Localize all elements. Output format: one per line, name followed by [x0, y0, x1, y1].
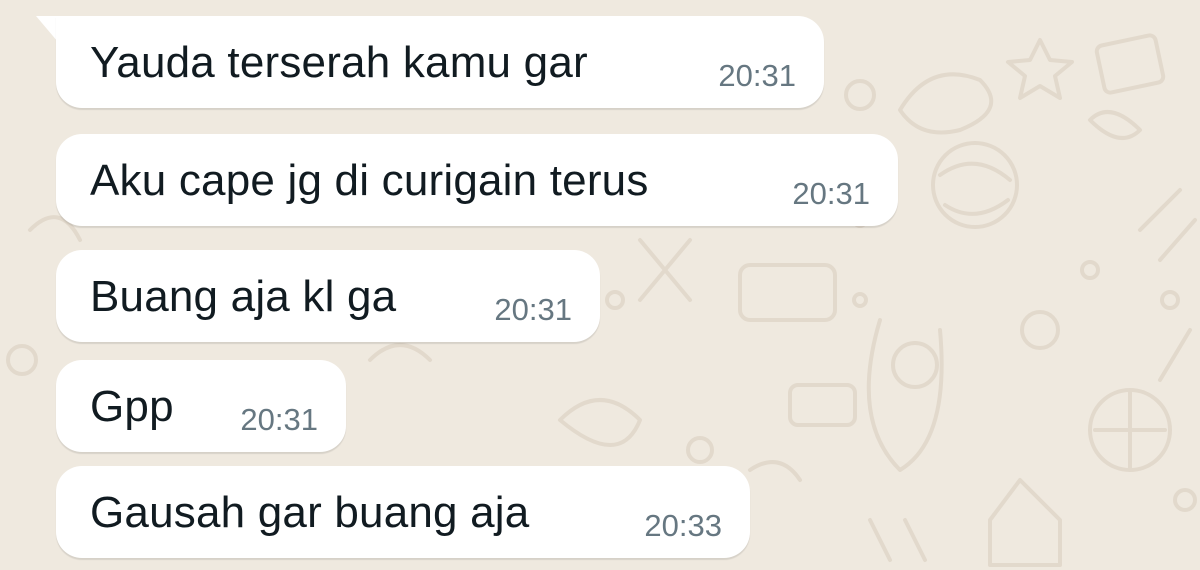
message-timestamp: 20:31 — [792, 176, 870, 211]
message-timestamp: 20:33 — [644, 508, 722, 543]
message-bubble[interactable]: Gausah gar buang aja 20:33 — [56, 466, 750, 558]
message-bubble[interactable]: Gpp 20:31 — [56, 360, 346, 452]
message-bubble[interactable]: Yauda terserah kamu gar 20:31 — [56, 16, 824, 108]
message-text: Gausah gar buang aja — [90, 488, 530, 537]
message-bubble[interactable]: Buang aja kl ga 20:31 — [56, 250, 600, 342]
bubble-tail — [36, 16, 58, 42]
message-text: Aku cape jg di curigain terus — [90, 156, 649, 205]
message-bubble[interactable]: Aku cape jg di curigain terus 20:31 — [56, 134, 898, 226]
message-timestamp: 20:31 — [240, 402, 318, 437]
message-timestamp: 20:31 — [718, 58, 796, 93]
message-timestamp: 20:31 — [494, 292, 572, 327]
message-text: Gpp — [90, 382, 174, 431]
message-text: Yauda terserah kamu gar — [90, 38, 588, 87]
message-text: Buang aja kl ga — [90, 272, 397, 321]
